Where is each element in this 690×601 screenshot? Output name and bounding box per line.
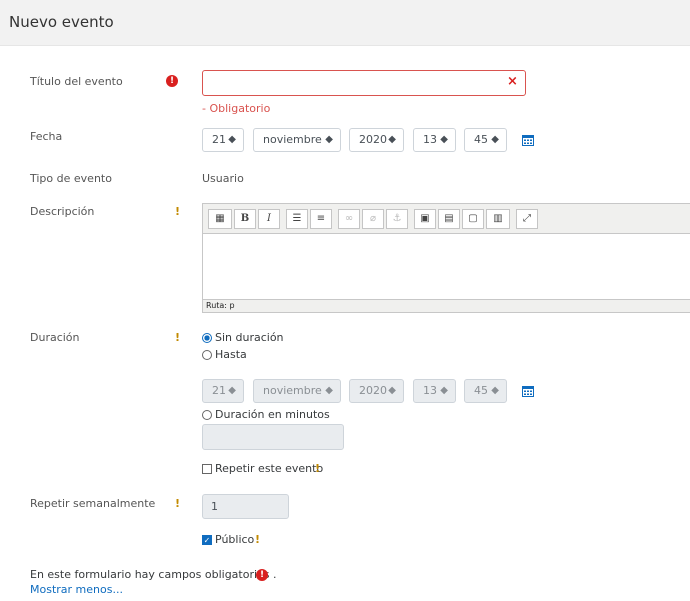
select-arrow-icon: ◆	[228, 385, 236, 396]
until-day-value: 21	[212, 384, 226, 397]
event-type-label: Tipo de evento	[30, 172, 112, 185]
keyboard-icon[interactable]: ▥	[486, 209, 510, 229]
help-icon[interactable]: !	[175, 497, 180, 510]
repeat-checkbox[interactable]	[202, 464, 212, 474]
radio-until-label: Hasta	[215, 348, 247, 361]
date-minute-select[interactable]: 45 ◆	[464, 128, 507, 152]
select-arrow-icon: ◆	[491, 385, 499, 396]
select-arrow-icon: ◆	[325, 134, 333, 145]
event-type-value: Usuario	[202, 172, 244, 185]
show-less-link[interactable]: Mostrar menos...	[30, 583, 123, 596]
date-month-select[interactable]: noviembre ◆	[253, 128, 341, 152]
description-label: Descripción	[30, 205, 95, 218]
page-header: Nuevo evento	[0, 0, 690, 46]
title-error-text: - Obligatorio	[202, 102, 271, 115]
repeat-weekly-input[interactable]	[202, 494, 289, 519]
public-label: Público	[215, 533, 255, 546]
date-day-select[interactable]: 21 ◆	[202, 128, 244, 152]
until-month-select[interactable]: noviembre ◆	[253, 379, 341, 403]
radio-no-duration[interactable]	[202, 333, 212, 343]
until-hour-select[interactable]: 13 ◆	[413, 379, 456, 403]
until-minute-select[interactable]: 45 ◆	[464, 379, 507, 403]
radio-duration-minutes-label: Duración en minutos	[215, 408, 330, 421]
until-day-select[interactable]: 21 ◆	[202, 379, 244, 403]
clear-icon[interactable]: ×	[507, 74, 518, 89]
link-icon[interactable]: ∞	[338, 209, 360, 229]
select-arrow-icon: ◆	[228, 134, 236, 145]
date-minute-value: 45	[474, 133, 488, 146]
duration-minutes-input[interactable]	[202, 424, 344, 450]
required-icon: !	[166, 75, 178, 87]
date-hour-value: 13	[423, 133, 437, 146]
until-hour-value: 13	[423, 384, 437, 397]
until-month-value: noviembre	[263, 384, 322, 397]
radio-no-duration-label: Sin duración	[215, 331, 284, 344]
description-editor[interactable]	[202, 234, 690, 300]
calendar-icon[interactable]	[522, 385, 534, 397]
title-label: Título del evento	[30, 75, 123, 88]
until-year-select[interactable]: 2020 ◆	[349, 379, 404, 403]
radio-duration-minutes[interactable]	[202, 410, 212, 420]
required-icon: !	[256, 569, 268, 581]
select-arrow-icon: ◆	[388, 385, 396, 396]
required-note-suffix: .	[273, 568, 277, 581]
bold-icon[interactable]: B	[234, 209, 256, 229]
select-arrow-icon: ◆	[440, 134, 448, 145]
calendar-icon[interactable]	[522, 134, 534, 146]
select-arrow-icon: ◆	[388, 134, 396, 145]
media-icon[interactable]: ▤	[438, 209, 460, 229]
duration-label: Duración	[30, 331, 80, 344]
repeat-label: Repetir este evento	[215, 462, 324, 475]
bullet-list-icon[interactable]: ☰	[286, 209, 308, 229]
help-icon[interactable]: !	[315, 462, 320, 475]
date-year-value: 2020	[359, 133, 387, 146]
select-arrow-icon: ◆	[491, 134, 499, 145]
date-year-select[interactable]: 2020 ◆	[349, 128, 404, 152]
paste-icon[interactable]: ▢	[462, 209, 484, 229]
select-arrow-icon: ◆	[440, 385, 448, 396]
toolbar-toggle-icon[interactable]: ▦	[208, 209, 232, 229]
numbered-list-icon[interactable]: ≡	[310, 209, 332, 229]
public-checkbox[interactable]: ✓	[202, 535, 212, 545]
title-input[interactable]	[202, 70, 526, 96]
help-icon[interactable]: !	[255, 533, 260, 546]
page-title: Nuevo evento	[9, 13, 114, 31]
image-icon[interactable]: ▣	[414, 209, 436, 229]
date-day-value: 21	[212, 133, 226, 146]
select-arrow-icon: ◆	[325, 385, 333, 396]
required-fields-note: En este formulario hay campos obligatori…	[30, 568, 270, 581]
date-label: Fecha	[30, 130, 63, 143]
fullscreen-icon[interactable]: ⤢	[516, 209, 538, 229]
date-month-value: noviembre	[263, 133, 322, 146]
until-year-value: 2020	[359, 384, 387, 397]
help-icon[interactable]: !	[175, 205, 180, 218]
repeat-weekly-label: Repetir semanalmente	[30, 497, 156, 510]
until-minute-value: 45	[474, 384, 488, 397]
radio-until[interactable]	[202, 350, 212, 360]
editor-status-path: Ruta: p	[202, 300, 690, 313]
italic-icon[interactable]: I	[258, 209, 280, 229]
anchor-icon[interactable]: ⚓	[386, 209, 408, 229]
editor-toolbar: ▦ B I ☰ ≡ ∞ ⌀ ⚓ ▣ ▤ ▢ ▥ ⤢	[202, 203, 690, 234]
unlink-icon[interactable]: ⌀	[362, 209, 384, 229]
help-icon[interactable]: !	[175, 331, 180, 344]
date-hour-select[interactable]: 13 ◆	[413, 128, 456, 152]
